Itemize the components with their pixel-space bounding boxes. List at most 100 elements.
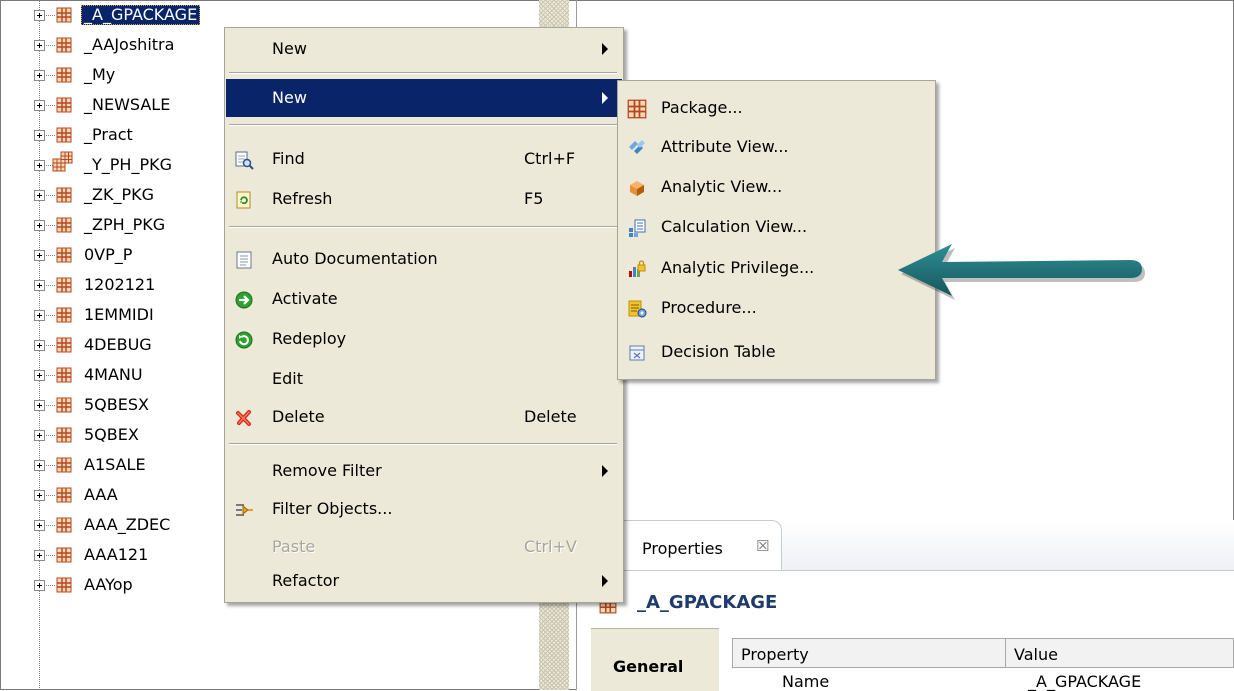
submenu-item-decision-table[interactable]: Decision Table [619, 333, 934, 373]
tab-properties[interactable]: Properties ☒ [597, 520, 782, 570]
menu-item-activate[interactable]: Activate [226, 280, 622, 318]
submenu-item-analytic-privilege[interactable]: Analytic Privilege... [619, 249, 934, 289]
attribute-view-icon [629, 140, 645, 154]
calculation-view-icon [629, 219, 646, 237]
tree-item-label: 1202121 [84, 275, 156, 294]
column-header-value[interactable]: Value [1005, 638, 1234, 668]
refresh-icon [236, 191, 251, 209]
context-menu: New New Find Ctrl+F Refresh F5 Auto Docu… [224, 27, 624, 603]
submenu-item-package[interactable]: Package... [619, 89, 934, 129]
analytic-privilege-icon [629, 260, 646, 277]
package-icon [56, 37, 72, 53]
properties-tabstrip: Properties ☒ [577, 520, 1234, 571]
menu-item-filter-objects[interactable]: Filter Objects... [226, 490, 622, 528]
tree-item-label: 4MANU [84, 365, 143, 384]
tree-item-label: 5QBEX [84, 425, 139, 444]
properties-table: Property Value Name _A_GPACKAGE [732, 638, 1234, 691]
expand-icon[interactable] [34, 310, 45, 321]
menu-item-refresh[interactable]: Refresh F5 [226, 180, 622, 218]
menu-item-redeploy[interactable]: Redeploy [226, 320, 622, 358]
menu-item-edit[interactable]: Edit [226, 360, 622, 398]
expand-icon[interactable] [34, 70, 45, 81]
package-icon [56, 427, 72, 443]
expand-icon[interactable] [34, 190, 45, 201]
tree-item-label: _My [84, 65, 116, 84]
menu-item-delete[interactable]: Delete Delete [226, 398, 622, 436]
menu-item-new-highlighted[interactable]: New [226, 79, 622, 117]
close-icon[interactable]: ☒ [756, 537, 769, 555]
new-submenu: Package... Attribute View... Analytic Vi… [617, 80, 936, 380]
menu-item-refactor[interactable]: Refactor [226, 562, 622, 600]
expand-icon[interactable] [34, 220, 45, 231]
package-icon [56, 547, 72, 563]
menu-item-remove-filter[interactable]: Remove Filter [226, 452, 622, 490]
menu-item-find[interactable]: Find Ctrl+F [226, 140, 622, 178]
package-icon [56, 517, 72, 533]
tree-item-label: AAA [84, 485, 118, 504]
expand-icon[interactable] [34, 520, 45, 531]
package-icon [56, 397, 72, 413]
property-name-cell: Name [782, 672, 830, 691]
expand-icon[interactable] [34, 580, 45, 591]
tree-item-label: _Y_PH_PKG [84, 155, 172, 174]
menu-item-new[interactable]: New [226, 30, 622, 68]
delete-icon [236, 410, 251, 426]
expand-icon[interactable] [34, 340, 45, 351]
column-header-property[interactable]: Property [732, 638, 1006, 668]
package-icon [56, 487, 72, 503]
expand-icon[interactable] [34, 10, 45, 21]
menu-separator [229, 72, 617, 74]
expand-icon[interactable] [34, 430, 45, 441]
tree-item[interactable]: _A_GPACKAGE [0, 0, 540, 30]
tree-item-label: _AAJoshitra [84, 35, 175, 54]
package-icon [56, 187, 72, 203]
expand-icon[interactable] [34, 40, 45, 51]
expand-icon[interactable] [34, 100, 45, 111]
tree-item-label: A1SALE [84, 455, 146, 474]
expand-icon[interactable] [34, 490, 45, 501]
expand-icon[interactable] [34, 160, 45, 171]
procedure-icon [628, 300, 647, 318]
expand-icon[interactable] [34, 400, 45, 411]
expand-icon[interactable] [34, 460, 45, 471]
expand-icon[interactable] [34, 370, 45, 381]
menu-item-auto-documentation[interactable]: Auto Documentation [226, 240, 622, 278]
properties-view: Properties ☒ _A_GPACKAGE General Propert… [577, 520, 1234, 691]
package-icon [56, 7, 72, 23]
submenu-arrow-icon [602, 43, 608, 55]
menu-item-paste: Paste Ctrl+V [272, 537, 577, 556]
submenu-item-attribute-view[interactable]: Attribute View... [619, 128, 934, 168]
submenu-arrow-icon [602, 92, 608, 104]
package-icon [56, 97, 72, 113]
redeploy-icon [235, 331, 253, 349]
expand-icon[interactable] [34, 550, 45, 561]
package-icon [627, 99, 647, 119]
annotation-arrow [898, 244, 1145, 300]
package-icon [56, 67, 72, 83]
package-group-icon [52, 151, 73, 172]
tree-item-label: 5QBESX [84, 395, 149, 414]
tree-item-label: _NEWSALE [84, 95, 171, 114]
submenu-item-analytic-view[interactable]: Analytic View... [619, 168, 934, 208]
expand-icon[interactable] [34, 280, 45, 291]
package-icon [56, 277, 72, 293]
package-icon [56, 367, 72, 383]
tree-item-label: _Pract [84, 125, 133, 144]
package-icon [56, 457, 72, 473]
tree-item-label: 4DEBUG [84, 335, 152, 354]
section-general[interactable]: General [613, 657, 683, 676]
expand-icon[interactable] [34, 130, 45, 141]
tree-item-label: _ZK_PKG [84, 185, 154, 204]
menu-separator [229, 124, 617, 126]
submenu-arrow-icon [602, 465, 608, 477]
submenu-item-calculation-view[interactable]: Calculation View... [619, 208, 934, 248]
submenu-item-procedure[interactable]: Procedure... [619, 289, 934, 329]
menu-separator [229, 226, 617, 228]
package-icon [56, 577, 72, 593]
expand-icon[interactable] [34, 250, 45, 261]
package-icon [56, 217, 72, 233]
tree-item-label: 0VP_P [84, 245, 133, 264]
package-icon [56, 337, 72, 353]
package-icon [56, 307, 72, 323]
tab-properties-label: Properties [642, 539, 723, 558]
